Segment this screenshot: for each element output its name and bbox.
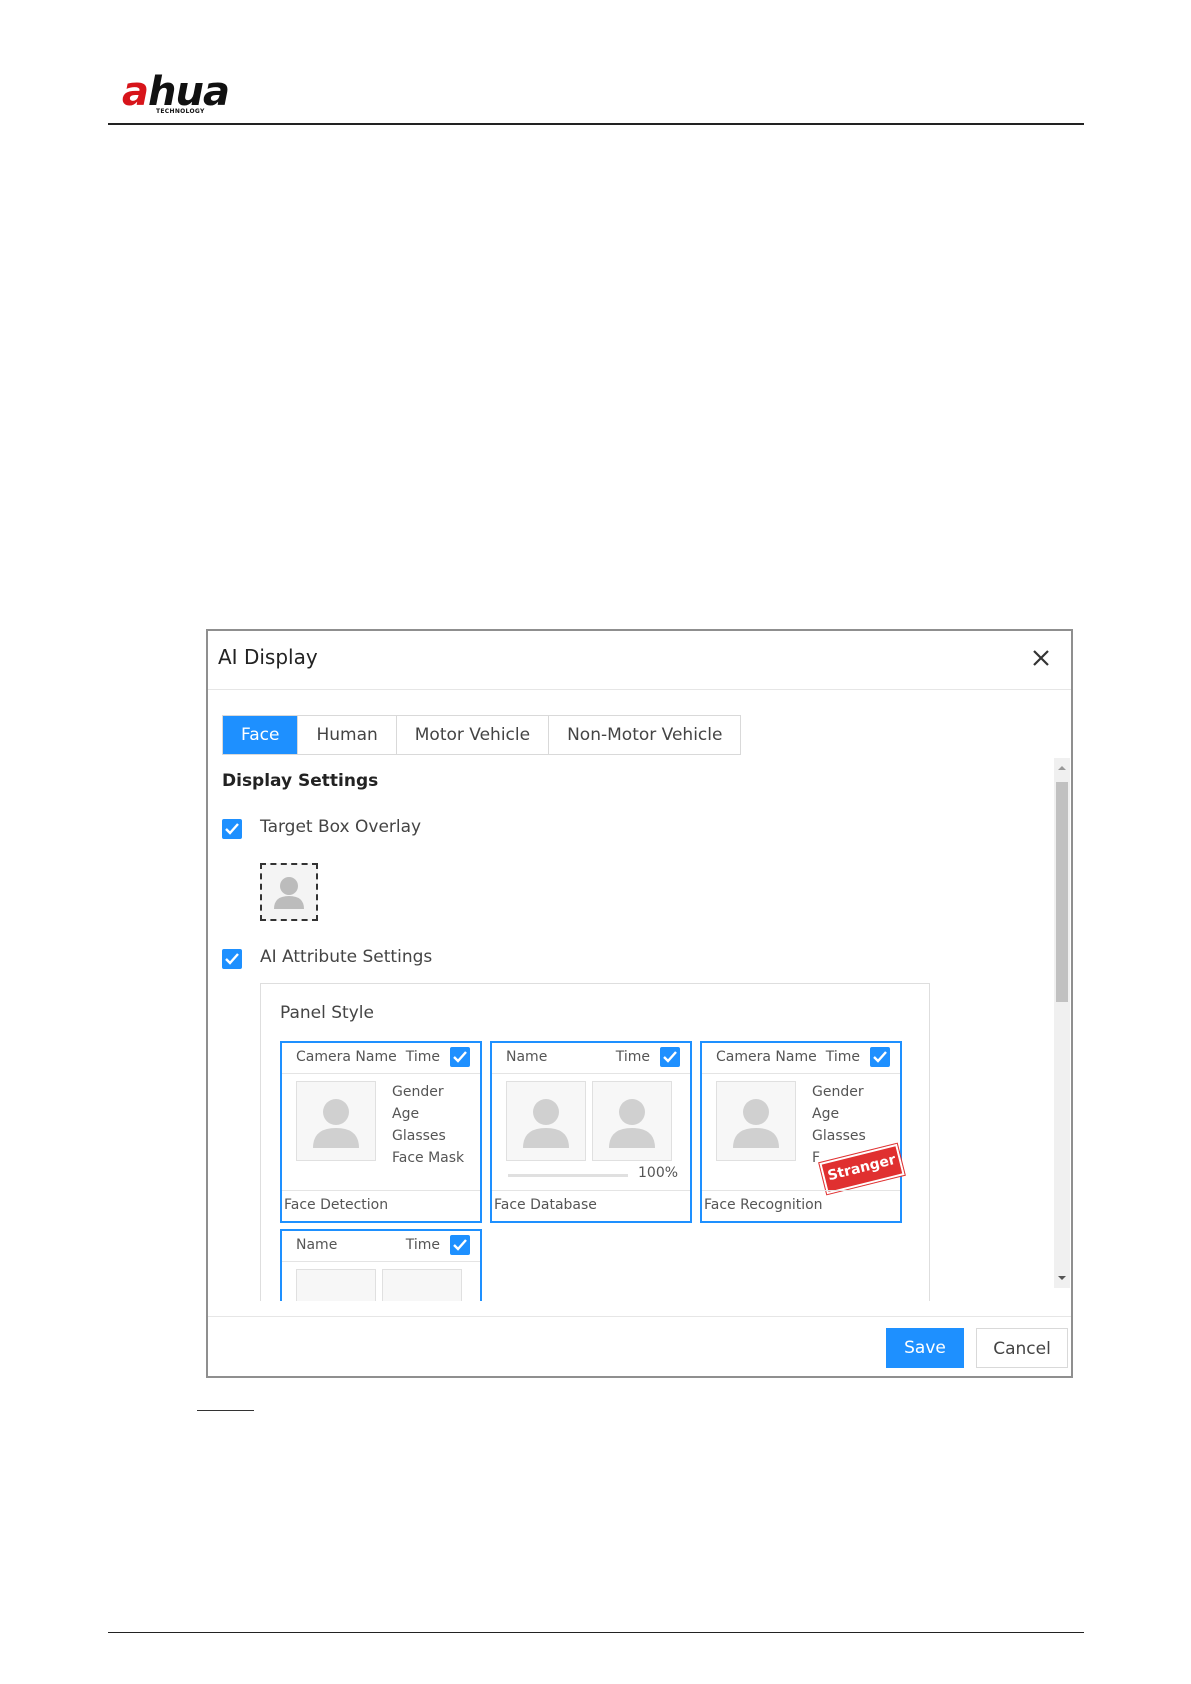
face-avatar [296, 1269, 376, 1301]
card-header: Camera Name Time [282, 1043, 480, 1074]
card-footer: Face Database [492, 1190, 690, 1221]
card-checkbox[interactable] [660, 1047, 680, 1067]
card-header: Name Time [492, 1043, 690, 1074]
person-icon [274, 877, 304, 909]
tab-face[interactable]: Face [223, 716, 298, 754]
target-box-overlay-label: Target Box Overlay [260, 817, 422, 837]
display-settings-title: Display Settings [222, 771, 379, 791]
similarity-value: 100% [638, 1165, 679, 1181]
face-avatar [296, 1081, 376, 1161]
target-box-overlay-checkbox[interactable] [222, 819, 242, 839]
scroll-up-icon[interactable] [1054, 762, 1070, 774]
scroll-thumb[interactable] [1056, 782, 1068, 1002]
card-checkbox[interactable] [450, 1235, 470, 1255]
cancel-button[interactable]: Cancel [976, 1328, 1068, 1368]
person-icon [609, 1099, 655, 1148]
note-underline [197, 1410, 254, 1411]
card-checkbox[interactable] [870, 1047, 890, 1067]
settings-scroll-area: Display Settings Target Box Overlay AI A… [208, 761, 1071, 1301]
face-avatar [716, 1081, 796, 1161]
dialog-header-divider [208, 689, 1071, 690]
card-footer: Face Detection [282, 1190, 480, 1221]
category-tabs: Face Human Motor Vehicle Non-Motor Vehic… [222, 715, 742, 755]
stranger-stamp: Stranger [818, 1142, 906, 1196]
similarity-bar [508, 1174, 628, 1177]
panel-card-face-database[interactable]: Name Time 100% Face Database [490, 1041, 692, 1223]
ai-attribute-settings-label: AI Attribute Settings [260, 947, 433, 967]
card-footer: Face Recognition [702, 1190, 900, 1221]
person-icon [523, 1099, 569, 1148]
tab-motor-vehicle[interactable]: Motor Vehicle [395, 716, 548, 754]
scroll-down-icon[interactable] [1054, 1272, 1070, 1284]
face-avatar [506, 1081, 586, 1161]
card-header: Name Time [282, 1231, 480, 1262]
panel-card-face-detection[interactable]: Camera Name Time Gender Age Glasses Face… [280, 1041, 482, 1223]
database-avatar [592, 1081, 672, 1161]
panel-style-title: Panel Style [280, 1003, 374, 1023]
panel-card-4[interactable]: Name Time [280, 1229, 482, 1301]
person-icon [313, 1099, 359, 1148]
person-icon [733, 1099, 779, 1148]
dahua-logo: ahua TECHNOLOGY [122, 70, 262, 120]
vertical-scrollbar[interactable] [1054, 758, 1070, 1288]
logo-subtitle: TECHNOLOGY [156, 108, 205, 115]
database-avatar [382, 1269, 462, 1301]
card-header: Camera Name Time [702, 1043, 900, 1074]
save-button[interactable]: Save [886, 1328, 964, 1368]
card-checkbox[interactable] [450, 1047, 470, 1067]
footer-divider [108, 1632, 1084, 1633]
tab-non-motor-vehicle[interactable]: Non-Motor Vehicle [548, 716, 740, 754]
header-divider [108, 123, 1084, 125]
dialog-title: AI Display [218, 645, 318, 669]
dialog-footer-divider [208, 1316, 1071, 1317]
tab-human[interactable]: Human [297, 716, 395, 754]
close-icon[interactable] [1028, 645, 1054, 671]
ai-attribute-settings-checkbox[interactable] [222, 949, 242, 969]
ai-display-dialog: AI Display Face Human Motor Vehicle Non-… [206, 629, 1073, 1378]
panel-card-face-recognition[interactable]: Camera Name Time Gender Age Glasses F St… [700, 1041, 906, 1223]
target-box-preview [260, 863, 318, 921]
